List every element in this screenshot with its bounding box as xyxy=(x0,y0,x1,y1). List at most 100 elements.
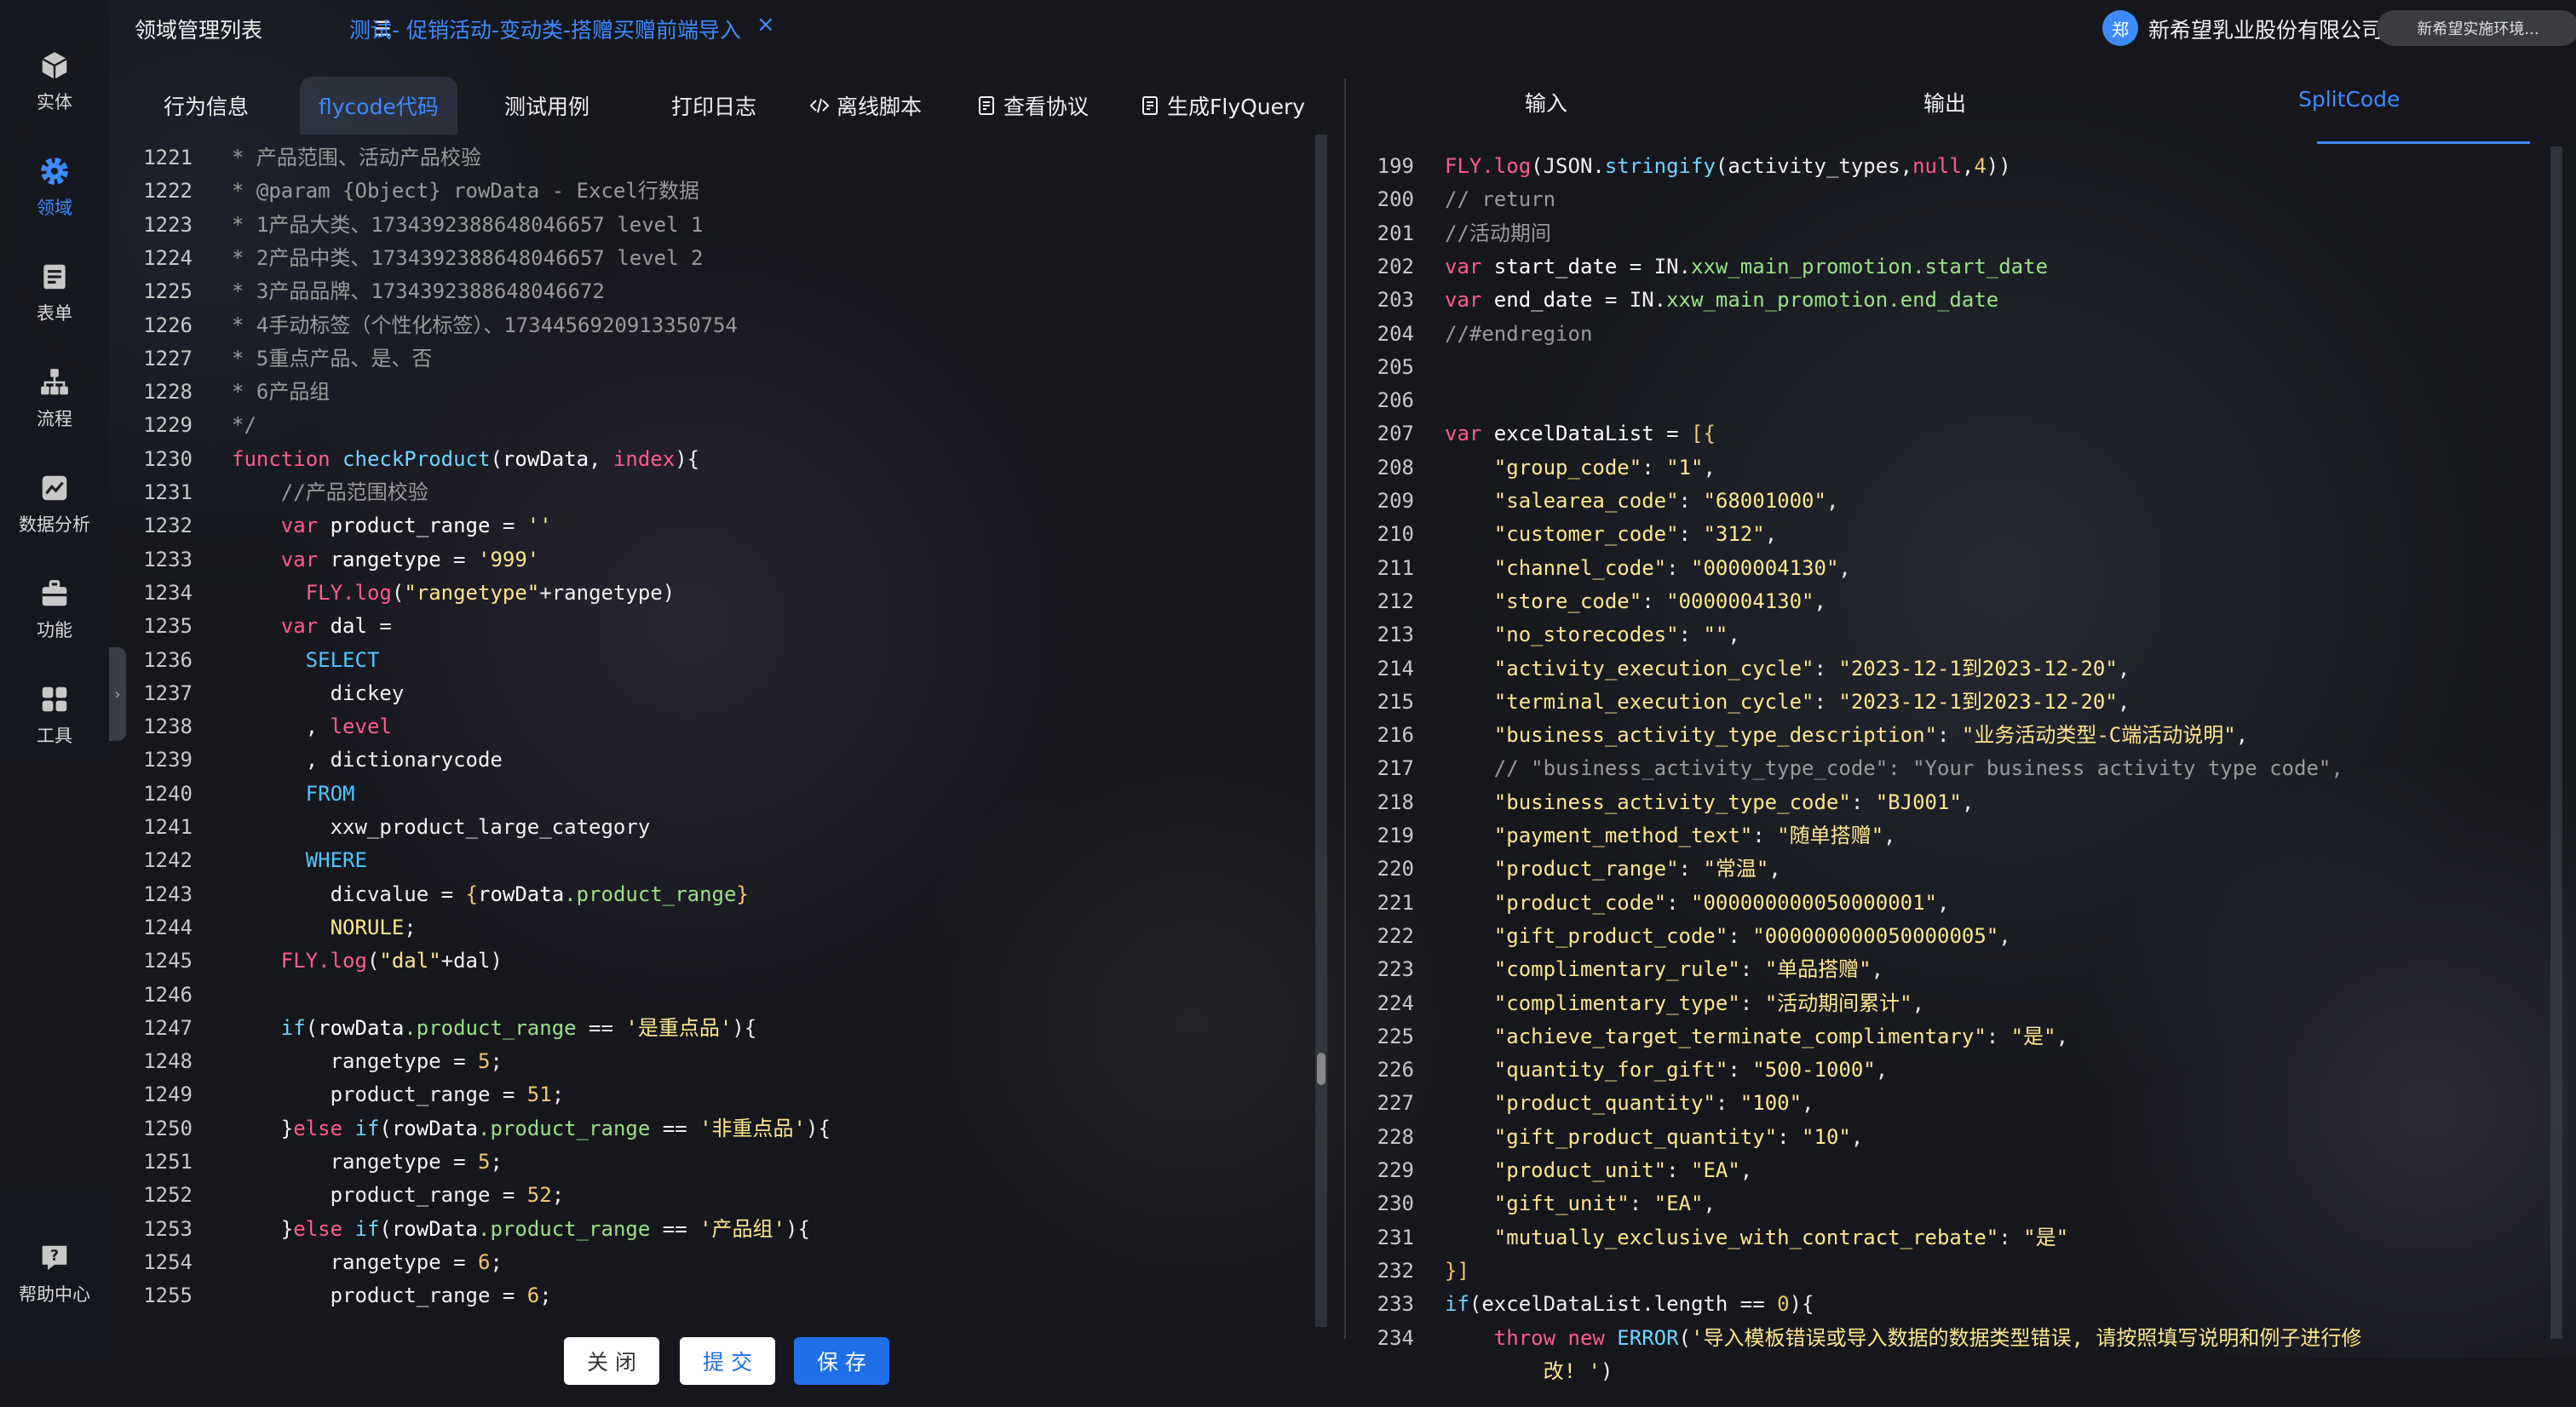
code-token: product_range xyxy=(330,514,491,538)
code-token: == xyxy=(650,1216,700,1241)
code-token: * 6产品组 xyxy=(232,380,331,405)
sidebar-item-function[interactable]: 功能 xyxy=(0,569,109,663)
tab-splitcode[interactable]: SplitCode xyxy=(2298,87,2400,129)
line-number: 220 xyxy=(1377,857,1414,882)
tab-output[interactable]: 输出 xyxy=(1923,87,1966,129)
code-token: var xyxy=(1445,288,1494,313)
code-text: rangetype = 6; xyxy=(232,1246,503,1278)
code-token: function xyxy=(232,446,343,471)
code-token: 5 xyxy=(477,1049,491,1074)
line-number: 233 xyxy=(1377,1292,1414,1317)
code-text: "complimentary_rule": "单品搭赠", xyxy=(1445,953,1883,985)
sidebar-item-flow[interactable]: 流程 xyxy=(0,358,109,451)
code-token: ){ xyxy=(1789,1292,1814,1317)
code-token: '是重点品' xyxy=(625,1015,733,1040)
line-number: 1243 xyxy=(143,882,193,906)
code-token: '999' xyxy=(478,547,540,571)
sidebar-item-form[interactable]: 表单 xyxy=(0,252,109,346)
line-number: 1229 xyxy=(143,413,193,438)
line-number: 206 xyxy=(1377,388,1414,413)
code-token: : xyxy=(1666,555,1691,580)
line-number: 1221 xyxy=(143,146,193,169)
open-tab-title[interactable]: 测试- 促销活动-变动类-搭赠买赠前端导入 xyxy=(349,14,741,44)
tab-generate-flyquery[interactable]: 生成FlyQuery xyxy=(1140,77,1305,135)
sidebar-item-analytics[interactable]: 数据分析 xyxy=(0,463,109,557)
code-token: checkProduct xyxy=(342,446,491,471)
code-token: = xyxy=(490,514,527,538)
code-token: : xyxy=(1715,1091,1740,1116)
environment-selector[interactable]: 新希望实施环境... xyxy=(2377,10,2576,46)
code-token: * 5重点产品、是、否 xyxy=(232,346,433,370)
code-text: // "business_activity_type_code": "Your … xyxy=(1445,752,2343,784)
tab-behavior-info[interactable]: 行为信息 xyxy=(164,77,249,135)
line-number: 202 xyxy=(1377,254,1414,279)
code-token: "EA" xyxy=(1653,1192,1704,1216)
line-number: 1225 xyxy=(143,279,193,304)
line-number: 1255 xyxy=(143,1284,193,1308)
save-button[interactable]: 保 存 xyxy=(794,1337,889,1385)
code-token: "" xyxy=(1703,623,1728,647)
line-number: 209 xyxy=(1377,489,1414,513)
tab-offline-script[interactable]: 离线脚本 xyxy=(809,77,922,135)
avatar[interactable]: 郑 xyxy=(2102,10,2138,46)
code-token: , xyxy=(1875,1058,1889,1083)
submit-button[interactable]: 提 交 xyxy=(680,1337,775,1385)
sidebar-item-entity[interactable]: 实体 xyxy=(0,41,109,135)
code-token: * 2产品中类、1734392388648046657 level 2 xyxy=(232,245,704,270)
sidebar-item-label: 实体 xyxy=(37,92,72,112)
chevron-right-icon: › xyxy=(114,685,121,704)
code-token: , xyxy=(2117,689,2130,714)
code-token: , xyxy=(589,446,613,471)
line-number: 1249 xyxy=(143,1083,193,1107)
code-editor[interactable]: 1221 * 产品范围、活动产品校验 1222 * @param {Object} r… xyxy=(126,135,1317,1327)
code-text: "business_activity_type_description": "业… xyxy=(1445,719,2248,751)
code-token: +dal) xyxy=(440,949,503,973)
code-token: = xyxy=(1653,422,1691,446)
code-text: "activity_execution_cycle": "2023-12-1到2… xyxy=(1445,652,2130,685)
code-text: "product_unit": "EA", xyxy=(1445,1154,1752,1186)
tab-flycode[interactable]: flycode代码 xyxy=(300,77,457,135)
code-token: "customer_code" xyxy=(1493,522,1679,547)
code-token: ( xyxy=(1678,1325,1691,1350)
code-token: : xyxy=(1777,1124,1803,1149)
code-token: "complimentary_type" xyxy=(1493,991,1740,1015)
gear-icon xyxy=(41,158,68,185)
editor-scrollbar[interactable] xyxy=(1315,135,1327,1327)
code-token: product_range = xyxy=(232,1284,527,1308)
code-token: stringify xyxy=(1604,154,1716,178)
code-token: "312" xyxy=(1703,522,1765,547)
tab-input[interactable]: 输入 xyxy=(1525,87,1567,129)
chart-icon xyxy=(42,475,67,501)
sidebar-item-domain[interactable]: 领域 xyxy=(0,146,109,240)
sidebar-item-label: 工具 xyxy=(37,726,72,746)
sidebar-item-tools[interactable]: 工具 xyxy=(0,675,109,768)
close-tab-icon[interactable]: × xyxy=(756,12,775,37)
splitcode-scrollbar[interactable] xyxy=(2550,146,2562,1339)
sidebar-collapse-handle[interactable]: › xyxy=(109,647,126,741)
code-token: "business_activity_type_description" xyxy=(1493,723,1937,748)
code-token: : xyxy=(1728,1058,1753,1083)
code-text: * 6产品组 xyxy=(232,376,330,408)
code-token: ){ xyxy=(806,1116,831,1140)
code-token: }] xyxy=(1445,1258,1469,1283)
code-token: rangetype = xyxy=(232,1049,478,1074)
code-token: "100" xyxy=(1739,1091,1803,1116)
line-number: 1239 xyxy=(143,748,193,772)
close-button[interactable]: 关 闭 xyxy=(564,1337,659,1385)
tab-view-protocol[interactable]: 查看协议 xyxy=(976,77,1089,135)
editor-scrollbar-thumb[interactable] xyxy=(1317,1053,1325,1085)
help-center[interactable]: ? 帮助中心 xyxy=(0,1233,109,1327)
splitcode-editor[interactable]: 199 FLY.log(JSON.stringify(activity_types… xyxy=(1346,146,2547,1407)
code-token: 51 xyxy=(526,1083,552,1107)
tab-test-cases[interactable]: 测试用例 xyxy=(504,77,589,135)
tab-print-log[interactable]: 打印日志 xyxy=(671,77,756,135)
code-text: var end_date = IN.xxw_main_promotion.end… xyxy=(1445,284,1998,316)
code-text: "no_storecodes": "", xyxy=(1445,618,1740,651)
code-token: "quantity_for_gift" xyxy=(1493,1058,1728,1083)
code-text: // return xyxy=(1445,183,1555,215)
code-token: (excelDataList.length == xyxy=(1469,1292,1778,1317)
